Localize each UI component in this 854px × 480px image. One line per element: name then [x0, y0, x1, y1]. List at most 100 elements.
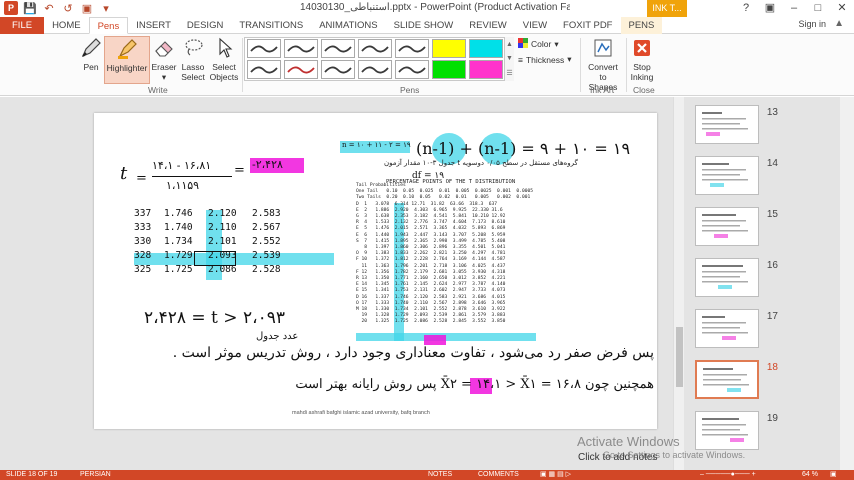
pen-swatch[interactable]	[432, 39, 466, 58]
pen-swatch[interactable]	[358, 60, 392, 79]
scrollbar-thumb[interactable]	[676, 327, 683, 387]
view-buttons[interactable]: ▣ ▦ ▤ ▷	[540, 470, 571, 480]
pen-swatch[interactable]	[395, 60, 429, 79]
conclusion-line-2: همچنین چون X̄۲ = ۱۴،۱ > X̄۱ = ۱۶،۸ پس رو…	[295, 377, 654, 392]
fit-slide-icon[interactable]: ▣	[830, 470, 837, 480]
pens-gallery-scroll[interactable]: ▲ ▼ ☰	[504, 37, 514, 81]
tab-transitions[interactable]: TRANSITIONS	[231, 17, 311, 34]
gallery-down-icon[interactable]: ▼	[506, 55, 513, 62]
redo-icon[interactable]: ↺	[61, 1, 75, 15]
pen-thickness-dropdown[interactable]: ≡ Thickness ▾	[518, 54, 572, 65]
tab-animations[interactable]: ANIMATIONS	[311, 17, 385, 34]
table-row: 325 1.725 2.086 2.528	[134, 264, 296, 278]
highlighter-button[interactable]: Highlighter	[104, 36, 150, 84]
pen-swatch[interactable]	[247, 39, 281, 58]
t-result: -۲،۴۲۸	[252, 158, 283, 171]
zoom-slider[interactable]: – ─────●─── +	[700, 470, 756, 480]
chevron-down-icon: ▾	[554, 38, 559, 49]
save-icon[interactable]: 💾	[23, 1, 37, 15]
title-bar: P 💾 ↶ ↺ ▣ ▾ 14030130_استنباطی.pptx - Pow…	[0, 0, 854, 17]
slide-thumbnail[interactable]: 13	[684, 105, 854, 153]
pen-icon	[78, 36, 104, 60]
slide-canvas[interactable]: t = ۱۴،۱ - ۱۶،۸۱ ۱،۱۱۵۹ = -۲،۴۲۸ n = ۱۰ …	[94, 113, 657, 429]
tab-review[interactable]: REVIEW	[461, 17, 514, 34]
pen-swatch[interactable]	[247, 60, 281, 79]
pen-swatch[interactable]	[395, 39, 429, 58]
pen-swatch[interactable]	[469, 39, 503, 58]
thumbnail-preview[interactable]	[695, 105, 759, 144]
thumbnail-preview[interactable]	[695, 360, 759, 399]
thumbnail-preview[interactable]	[695, 207, 759, 246]
pen-swatch[interactable]	[321, 39, 355, 58]
status-bar: SLIDE 18 OF 19 PERSIAN NOTES COMMENTS ▣ …	[0, 470, 854, 480]
tab-view[interactable]: VIEW	[515, 17, 555, 34]
zoom-level[interactable]: 64 %	[802, 470, 818, 480]
tab-pens[interactable]: Pens	[88, 17, 129, 34]
pen-color-dropdown[interactable]: Color ▾	[518, 38, 559, 50]
thumbnail-preview[interactable]	[695, 309, 759, 348]
minimize-icon[interactable]: –	[782, 0, 806, 17]
pen-swatch[interactable]	[321, 60, 355, 79]
tab-home[interactable]: HOME	[44, 17, 89, 34]
table-cell: 2.110	[208, 222, 237, 233]
select-objects-button[interactable]: Select Objects	[208, 36, 240, 82]
lasso-icon	[180, 36, 206, 60]
slide-thumbnail[interactable]: 17	[684, 309, 854, 357]
t-symbol: t	[120, 163, 128, 184]
sign-in-link[interactable]: Sign in	[798, 19, 826, 29]
table-cell: 2.528	[252, 264, 281, 275]
tab-insert[interactable]: INSERT	[128, 17, 179, 34]
slide-thumbnail[interactable]: 16	[684, 258, 854, 306]
slide-thumbnail[interactable]: 18	[684, 360, 854, 408]
undo-icon[interactable]: ↶	[42, 1, 56, 15]
notes-button[interactable]: NOTES	[428, 470, 452, 480]
group-separator	[626, 38, 627, 92]
table-cell: 2.567	[252, 222, 281, 233]
convert-shapes-icon	[590, 36, 616, 60]
thumbnail-number: 18	[766, 362, 778, 373]
table-value-label: عدد جدول	[256, 331, 299, 342]
thumbnail-preview[interactable]	[695, 258, 759, 297]
table-cell: 2.552	[252, 236, 281, 247]
pen-button[interactable]: Pen	[78, 36, 104, 72]
ink-tools-contextual-label: INK T...	[647, 0, 687, 17]
ribbon-display-icon[interactable]: ▣	[758, 0, 782, 17]
pen-swatch[interactable]	[284, 60, 318, 79]
tab-foxit-pdf[interactable]: FOXIT PDF	[555, 17, 620, 34]
table-cell: 2.583	[252, 208, 281, 219]
close-icon[interactable]: ✕	[830, 0, 854, 17]
tab-slide-show[interactable]: SLIDE SHOW	[386, 17, 462, 34]
help-icon[interactable]: ?	[734, 0, 758, 17]
collapse-ribbon-icon[interactable]: ▲	[834, 18, 844, 29]
thumbnail-preview[interactable]	[695, 156, 759, 195]
tab-design[interactable]: DESIGN	[179, 17, 231, 34]
ribbon-tabs: FILE HOME Pens INSERT DESIGN TRANSITIONS…	[0, 17, 854, 34]
slide-thumbnail[interactable]: 14	[684, 156, 854, 204]
gallery-more-icon[interactable]: ☰	[506, 69, 512, 77]
table-cell: 1.740	[164, 222, 193, 233]
pen-swatch[interactable]	[432, 60, 466, 79]
lasso-select-button[interactable]: Lasso Select	[180, 36, 206, 82]
editor-vertical-scrollbar[interactable]	[673, 97, 684, 470]
tab-ink-pens[interactable]: PENS	[620, 17, 663, 34]
stop-x-icon	[629, 36, 655, 60]
thumbnails-scrollbar[interactable]	[840, 97, 854, 470]
gallery-up-icon[interactable]: ▲	[506, 41, 513, 48]
comments-button[interactable]: COMMENTS	[478, 470, 519, 480]
stop-inking-button[interactable]: Stop Inking	[628, 36, 656, 82]
present-icon[interactable]: ▣	[80, 1, 94, 15]
language-indicator[interactable]: PERSIAN	[80, 470, 111, 480]
customize-qat-icon[interactable]: ▾	[99, 1, 113, 15]
pen-swatch[interactable]	[469, 60, 503, 79]
thumbnail-number: 15	[766, 209, 778, 220]
pen-swatch[interactable]	[358, 39, 392, 58]
eraser-button[interactable]: Eraser ▾	[151, 36, 177, 82]
pen-swatch[interactable]	[284, 39, 318, 58]
slide-thumbnail[interactable]: 15	[684, 207, 854, 255]
slide-thumbnails-pane: 13 14 15 16 17 18 19	[684, 97, 854, 470]
window-title: 14030130_استنباطی.pptx - PowerPoint (Pro…	[300, 2, 570, 13]
table-cell: 2.101	[208, 236, 237, 247]
convert-to-shapes-button[interactable]: Convert to Shapes	[584, 36, 622, 92]
tab-file[interactable]: FILE	[0, 17, 45, 34]
maximize-icon[interactable]: □	[806, 0, 830, 17]
